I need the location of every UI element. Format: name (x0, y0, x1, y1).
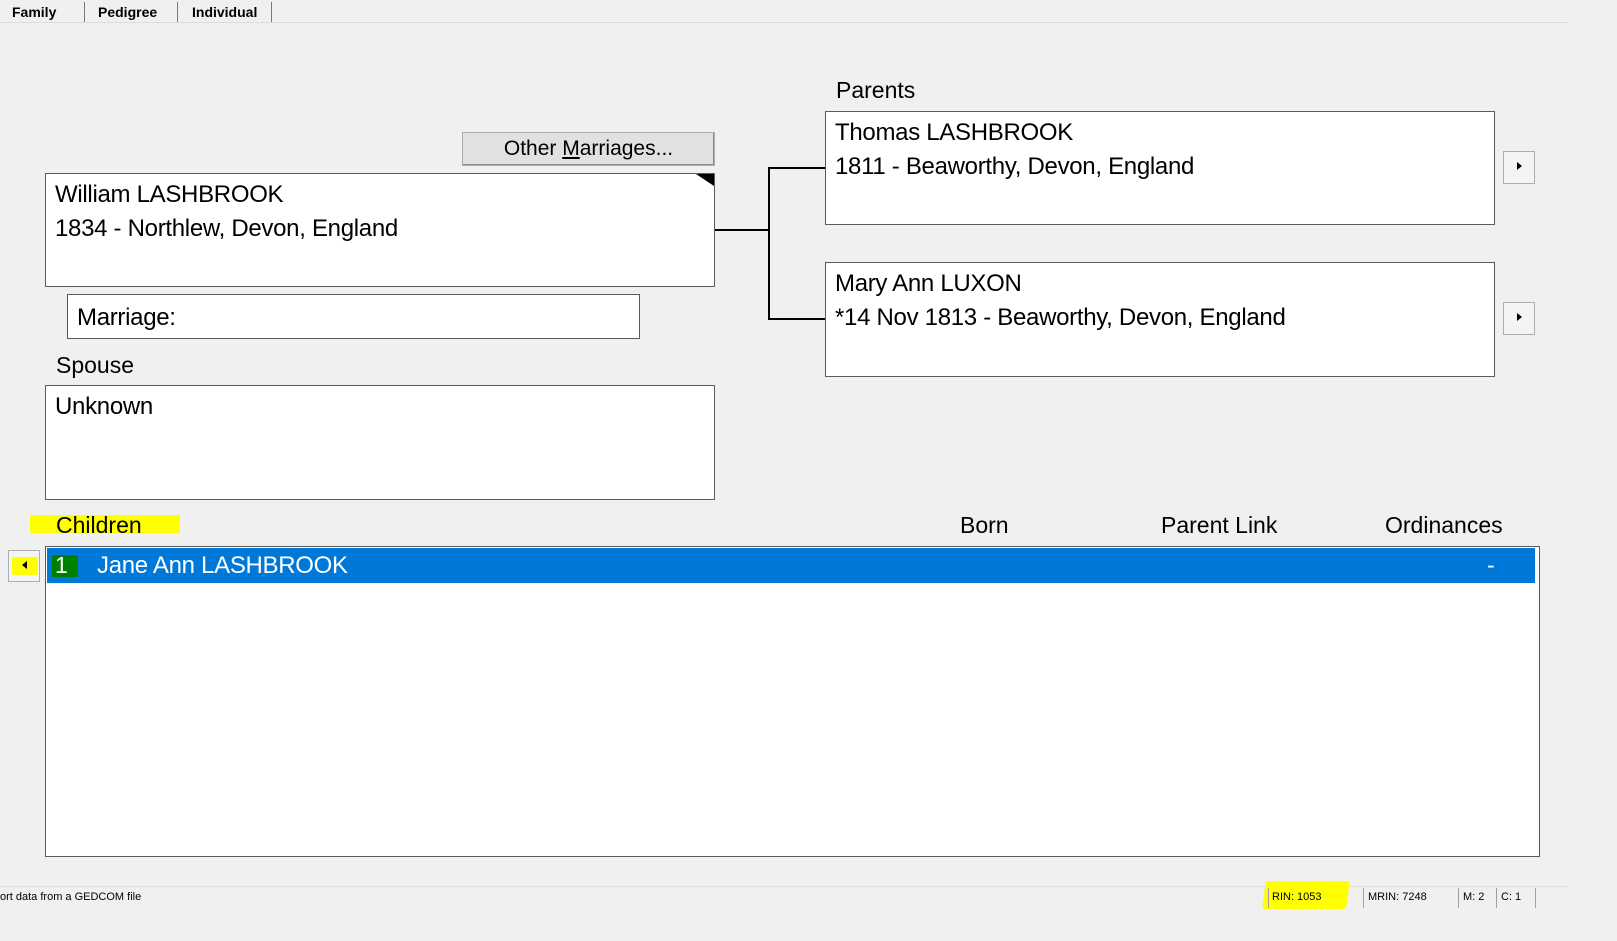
corner-marker-icon (696, 174, 714, 186)
tab-separator (271, 2, 272, 23)
connector-line (768, 167, 826, 169)
father-navigate-button[interactable] (1503, 151, 1535, 184)
connector-line (768, 167, 770, 320)
mother-name: Mary Ann LUXON (835, 270, 1022, 297)
children-navigate-button[interactable] (8, 550, 40, 582)
father-details: 1811 - Beaworthy, Devon, England (835, 153, 1195, 180)
mother-navigate-button[interactable] (1503, 302, 1535, 335)
other-marriages-label: Other Marriages... (503, 137, 674, 160)
marriage-label: Marriage: (77, 304, 176, 331)
individual-name: William LASHBROOK (55, 181, 284, 208)
children-label: Children (56, 512, 142, 538)
ordinances-column-header: Ordinances (1385, 512, 1503, 538)
connector-line (715, 229, 769, 231)
parent-link-column-header: Parent Link (1161, 512, 1278, 538)
c-value: C: 1 (1501, 891, 1522, 903)
status-separator (1496, 888, 1497, 908)
spouse-label: Spouse (56, 352, 135, 378)
child-ordinances: - (1487, 552, 1495, 578)
spouse-box[interactable]: Unknown (45, 385, 715, 500)
parents-label: Parents (836, 77, 916, 103)
tab-separator (177, 2, 178, 23)
tab-separator (84, 2, 85, 23)
connector-line (768, 318, 826, 320)
triangle-right-icon (1516, 313, 1522, 322)
status-separator (1268, 888, 1269, 908)
children-list[interactable]: 1 Jane Ann LASHBROOK - (45, 546, 1540, 857)
tab-family[interactable]: Family (0, 0, 80, 23)
tab-pedigree[interactable]: Pedigree (86, 0, 176, 23)
mrin-value: MRIN: 7248 (1368, 891, 1427, 903)
marriage-box[interactable]: Marriage: (67, 294, 640, 339)
mother-box[interactable]: Mary Ann LUXON *14 Nov 1813 - Beaworthy,… (825, 262, 1495, 377)
triangle-right-icon (1516, 162, 1522, 171)
born-column-header: Born (960, 512, 1009, 538)
child-name: Jane Ann LASHBROOK (97, 552, 348, 579)
mnemonic-letter: M (562, 137, 580, 160)
m-value: M: 2 (1463, 891, 1485, 903)
status-message: ort data from a GEDCOM file (0, 891, 142, 903)
mother-details: *14 Nov 1813 - Beaworthy, Devon, England (835, 304, 1286, 331)
tab-underline (0, 22, 1568, 23)
status-separator (1363, 888, 1364, 908)
rin-value: RIN: 1053 (1272, 891, 1322, 903)
status-separator (1458, 888, 1459, 908)
spouse-name: Unknown (55, 393, 153, 420)
status-separator (1535, 888, 1536, 908)
tab-individual[interactable]: Individual (180, 0, 270, 23)
child-number: 1 (55, 552, 68, 578)
other-marriages-button[interactable]: Other Marriages... (462, 132, 715, 166)
list-item[interactable]: 1 Jane Ann LASHBROOK - (47, 548, 1535, 583)
individual-box[interactable]: William LASHBROOK 1834 - Northlew, Devon… (45, 173, 715, 287)
triangle-left-icon (21, 561, 27, 570)
individual-details: 1834 - Northlew, Devon, England (55, 215, 398, 242)
father-name: Thomas LASHBROOK (835, 119, 1073, 146)
father-box[interactable]: Thomas LASHBROOK 1811 - Beaworthy, Devon… (825, 111, 1495, 225)
